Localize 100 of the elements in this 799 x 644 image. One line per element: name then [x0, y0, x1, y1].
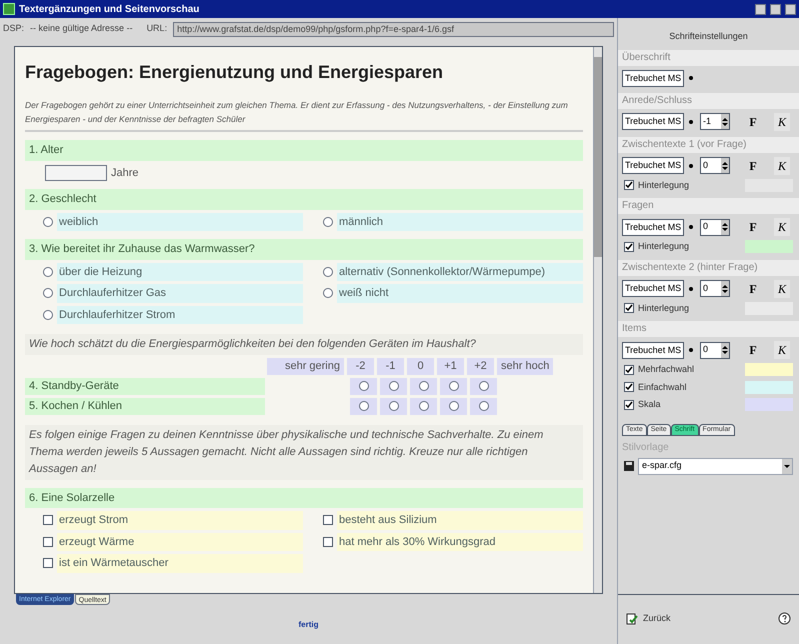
bold-button[interactable]: F — [745, 218, 761, 236]
size-spinner[interactable]: 0 — [700, 218, 730, 236]
font-select[interactable]: Trebuchet MS — [622, 342, 684, 358]
scale-point: +2 — [467, 358, 494, 374]
radio-button[interactable] — [388, 401, 398, 411]
spinner-arrows-icon[interactable] — [721, 158, 729, 173]
note-text: Wie hoch schätzt du die Energiesparmöglichkeiten bei den folgenden Geräten im Haushalt? — [25, 334, 583, 355]
radio-button[interactable] — [478, 381, 488, 391]
scale-point: -2 — [347, 358, 374, 374]
scrollbar[interactable] — [593, 47, 602, 593]
radio-button[interactable] — [358, 381, 368, 391]
option-label: Durchlauferhitzer Strom — [57, 306, 303, 324]
radio-button[interactable] — [323, 288, 333, 298]
size-spinner[interactable]: -1 — [700, 113, 730, 130]
radio-button[interactable] — [448, 401, 458, 411]
checkbox[interactable] — [624, 180, 634, 190]
size-spinner[interactable]: 0 — [700, 342, 730, 358]
italic-button[interactable]: K — [774, 280, 790, 298]
color-swatch[interactable] — [745, 363, 793, 376]
checkbox[interactable] — [43, 536, 53, 547]
section-header: Fragen — [618, 198, 799, 214]
spinner-arrows-icon[interactable] — [721, 114, 729, 129]
radio-button[interactable] — [43, 310, 53, 320]
dsp-label: DSP: — [3, 22, 24, 36]
color-swatch[interactable] — [745, 240, 793, 254]
option-label: Hinterlegung — [638, 302, 690, 315]
checkbox[interactable] — [624, 303, 634, 314]
section-header: Zwischentexte 1 (vor Frage) — [618, 136, 799, 152]
panel-title: Schrifteinstellungen — [668, 30, 749, 43]
italic-button[interactable]: K — [774, 156, 790, 174]
color-swatch[interactable] — [745, 380, 793, 394]
item-label: 5. Kochen / Kühlen — [25, 398, 265, 414]
option-label: Durchlauferhitzer Gas — [57, 284, 303, 302]
size-spinner[interactable]: 0 — [700, 280, 730, 297]
radio-button[interactable] — [43, 216, 53, 227]
checkbox[interactable] — [624, 382, 634, 392]
italic-button[interactable]: K — [774, 112, 790, 130]
radio-button[interactable] — [43, 288, 53, 298]
font-select[interactable]: Trebuchet MS — [622, 70, 684, 86]
option-label: alternativ (Sonnenkollektor/Wärmepumpe) — [337, 262, 583, 281]
checkbox[interactable] — [624, 364, 634, 375]
option-label: männlich — [337, 212, 583, 231]
color-swatch[interactable] — [745, 398, 793, 412]
radio-button[interactable] — [418, 401, 428, 411]
spinner-arrows-icon[interactable] — [721, 342, 729, 358]
question-label: 3. Wie bereitet ihr Zuhause das Warmwasser? — [25, 239, 583, 260]
option-label: Mehrfachwahl — [638, 363, 696, 376]
font-select[interactable]: Trebuchet MS — [622, 280, 684, 297]
checkbox[interactable] — [323, 515, 333, 526]
section-header: Zwischentexte 2 (hinter Frage) — [618, 260, 799, 276]
radio-button[interactable] — [358, 401, 368, 411]
checkbox[interactable] — [624, 400, 634, 410]
option-label: weiß nicht — [337, 284, 583, 302]
option-label: besteht aus Silizium — [337, 511, 583, 530]
italic-button[interactable]: K — [774, 341, 790, 359]
item-label: 4. Standby-Geräte — [25, 378, 265, 394]
radio-button[interactable] — [323, 266, 333, 277]
radio-button[interactable] — [43, 266, 53, 277]
font-select[interactable]: Trebuchet MS — [622, 218, 684, 236]
url-field[interactable]: http://www.grafstat.de/dsp/demo99/php/gsform.php?f=e-spar4-1/6.gsf — [173, 22, 614, 36]
help-icon[interactable] — [778, 612, 791, 625]
question-label: 6. Eine Solarzelle — [25, 488, 583, 508]
font-select[interactable]: Trebuchet MS — [622, 157, 684, 174]
back-button[interactable]: Zurück — [626, 612, 671, 626]
dropdown-icon[interactable] — [782, 458, 792, 474]
size-spinner[interactable]: 0 — [700, 157, 730, 174]
option-label: über die Heizung — [57, 262, 303, 281]
style-select[interactable]: e-spar.cfg — [638, 458, 793, 474]
save-icon[interactable] — [624, 461, 634, 471]
italic-button[interactable]: K — [774, 218, 790, 236]
bold-button[interactable]: F — [745, 112, 761, 130]
unit-label: Jahre — [111, 166, 139, 180]
minimize-icon[interactable] — [755, 4, 766, 14]
checkbox[interactable] — [43, 515, 53, 526]
close-icon[interactable] — [785, 4, 796, 14]
radio-button[interactable] — [448, 381, 458, 391]
spinner-arrows-icon[interactable] — [721, 220, 729, 234]
bold-button[interactable]: F — [745, 341, 761, 359]
option-label: ist ein Wärmetauscher — [57, 554, 303, 572]
section-header: Anrede/Schluss — [618, 92, 799, 108]
page-title: Fragebogen: Energienutzung und Energiesparen — [25, 61, 444, 84]
radio-button[interactable] — [418, 381, 428, 391]
scale-point: +1 — [437, 358, 464, 374]
maximize-icon[interactable] — [770, 4, 781, 14]
checkbox[interactable] — [323, 536, 333, 547]
back-icon — [626, 612, 638, 624]
checkbox[interactable] — [624, 242, 634, 252]
checkbox[interactable] — [43, 558, 53, 568]
bold-button[interactable]: F — [745, 280, 761, 298]
bold-button[interactable]: F — [745, 156, 761, 174]
radio-button[interactable] — [388, 381, 398, 391]
option-label: hat mehr als 30% Wirkungsgrad — [337, 532, 583, 551]
age-field[interactable] — [45, 164, 107, 181]
spinner-arrows-icon[interactable] — [721, 281, 729, 296]
option-label: weiblich — [57, 212, 303, 231]
scale-label: sehr gering — [267, 358, 344, 374]
radio-button[interactable] — [323, 216, 333, 227]
radio-button[interactable] — [478, 401, 488, 411]
font-select[interactable]: Trebuchet MS — [622, 113, 684, 130]
window-title: Textergänzungen und Seitenvorschau — [19, 2, 200, 16]
